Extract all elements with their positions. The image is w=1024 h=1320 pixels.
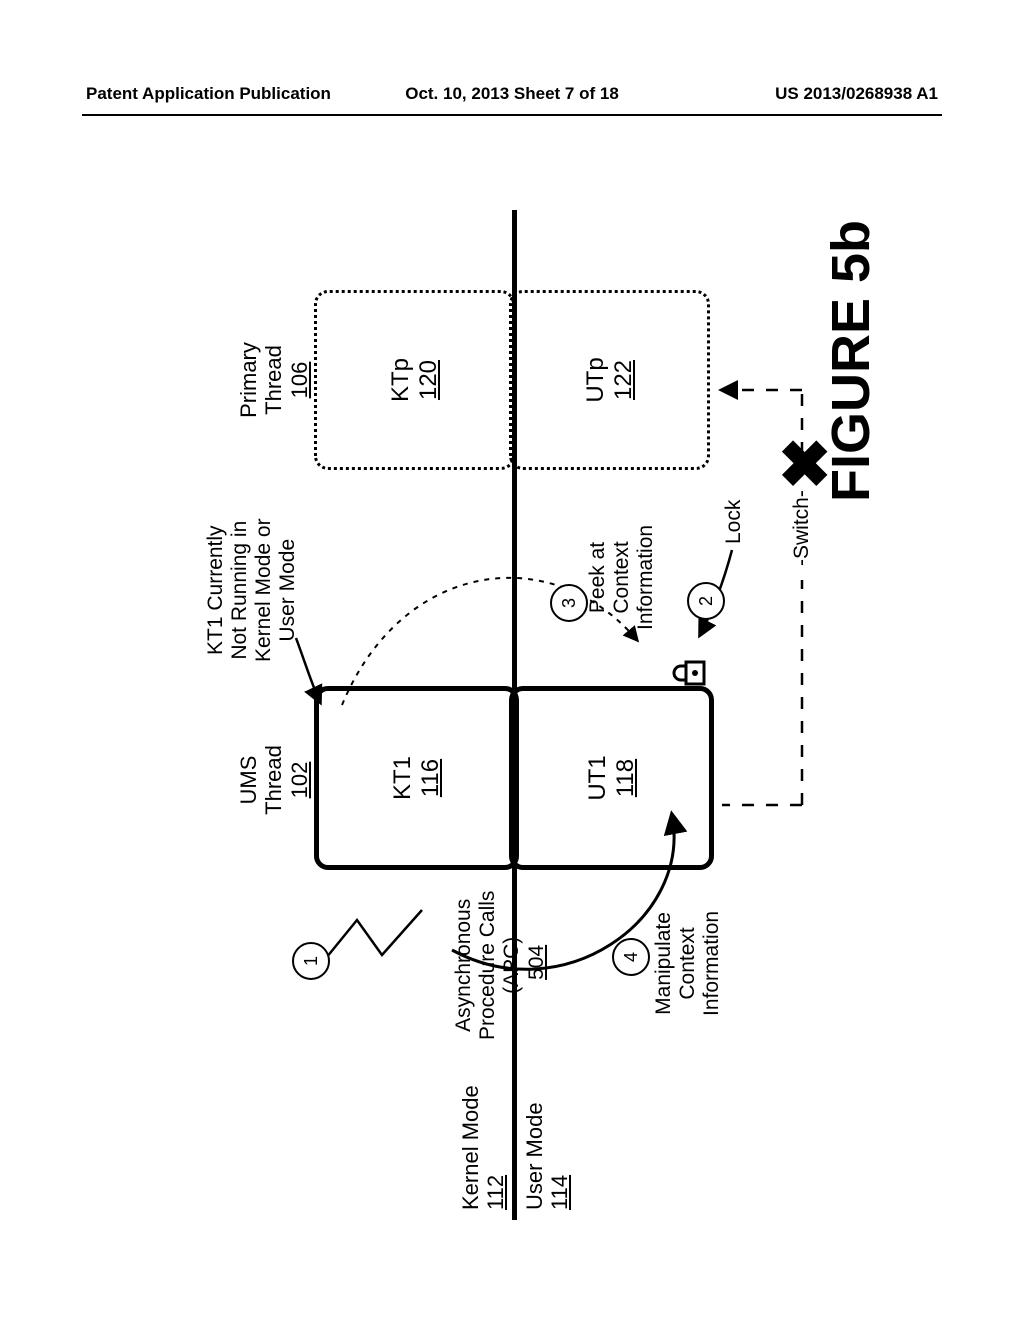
primary-user-half: UTp 122 — [509, 290, 710, 470]
manipulate-label: Manipulate Context Information — [652, 911, 724, 1016]
peek-label: Peek at Context Information — [586, 525, 658, 630]
kernel-mode-ref: 112 — [483, 1175, 508, 1210]
primary-kt-name: KTp — [387, 358, 414, 402]
switch-text: Switch — [790, 497, 813, 559]
page-header: Patent Application Publication Oct. 10, … — [82, 84, 942, 116]
step-4-icon: 4 — [612, 938, 650, 976]
switch-label: -Switch- — [790, 490, 814, 566]
ums-thread-title-text: UMS Thread — [236, 745, 286, 815]
primary-thread-title-ref: 106 — [287, 362, 312, 399]
primary-ut-name: UTp — [582, 357, 609, 402]
primary-kernel-half: KTp 120 — [314, 290, 515, 470]
apc-text: Asynchronous Procedure Calls (APC) — [452, 891, 523, 1040]
ums-thread-title-ref: 102 — [287, 762, 312, 799]
step-4-num: 4 — [621, 952, 642, 962]
header-left: Patent Application Publication — [86, 84, 331, 104]
primary-ut-ref: 122 — [610, 360, 637, 400]
figure-label: FIGURE 5b — [820, 220, 882, 502]
not-running-note: KT1 Currently Not Running in Kernel Mode… — [204, 518, 301, 662]
ums-ut-ref: 118 — [612, 759, 639, 797]
kernel-mode-label: Kernel Mode 112 — [458, 1085, 509, 1210]
user-mode-ref: 114 — [547, 1175, 572, 1210]
ums-kt-name: KT1 — [389, 756, 416, 800]
header-right: US 2013/0268938 A1 — [775, 84, 938, 104]
apc-label: Asynchronous Procedure Calls (APC) 504 — [428, 891, 549, 1040]
page: Patent Application Publication Oct. 10, … — [0, 0, 1024, 1320]
apc-ref: 504 — [525, 945, 548, 980]
step-2-num: 2 — [696, 596, 717, 606]
lock-icon — [666, 652, 708, 694]
ums-user-half: UT1 118 — [509, 686, 714, 870]
user-mode-name: User Mode — [522, 1102, 547, 1210]
ums-ut-name: UT1 — [584, 755, 611, 800]
primary-thread-title: Primary Thread 106 — [236, 290, 312, 470]
ums-kernel-half: KT1 116 — [314, 686, 519, 870]
ums-kt-ref: 116 — [417, 759, 444, 797]
kernel-mode-name: Kernel Mode — [458, 1085, 483, 1210]
diagram: Kernel Mode 112 User Mode 114 UMS Thread… — [132, 180, 892, 1260]
header-center: Oct. 10, 2013 Sheet 7 of 18 — [405, 84, 619, 104]
step-1-icon: 1 — [292, 942, 330, 980]
step-3-icon: 3 — [550, 584, 588, 622]
user-mode-label: User Mode 114 — [522, 1102, 573, 1210]
primary-thread-title-text: Primary Thread — [236, 342, 286, 418]
primary-kt-ref: 120 — [415, 360, 442, 400]
step-3-num: 3 — [559, 598, 580, 608]
lock-label: Lock — [722, 500, 746, 544]
step-2-icon: 2 — [687, 582, 725, 620]
ums-thread-title: UMS Thread 102 — [236, 690, 312, 870]
step-1-num: 1 — [301, 956, 322, 966]
